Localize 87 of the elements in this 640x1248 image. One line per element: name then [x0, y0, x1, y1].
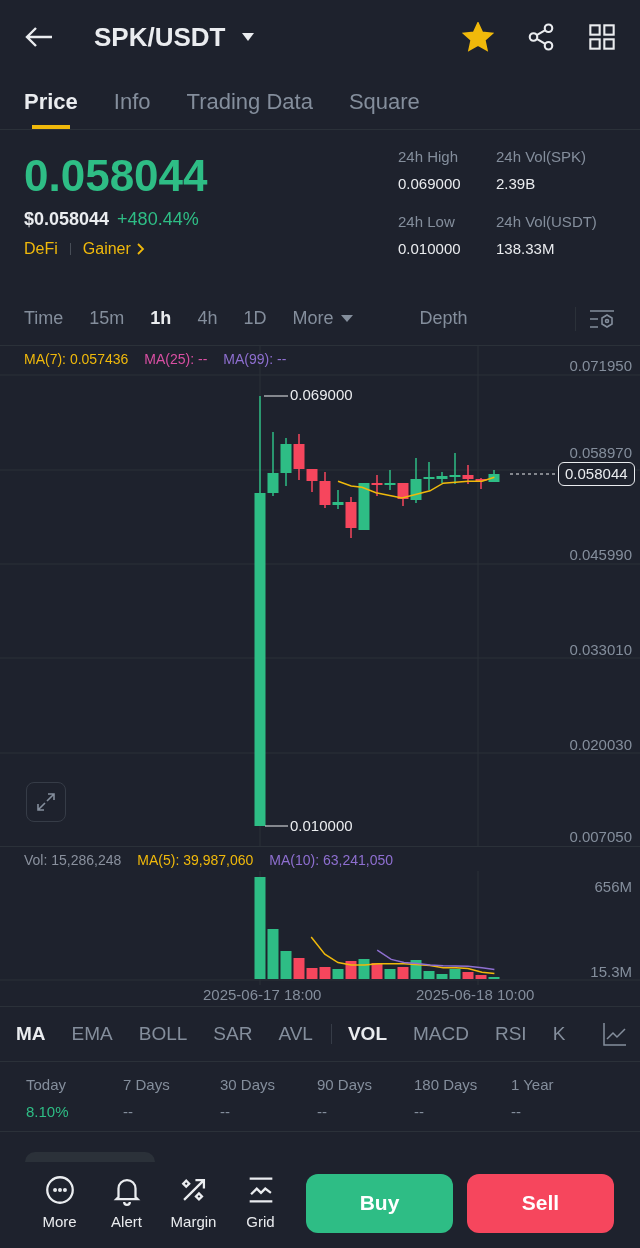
last-price: 0.058044 [24, 150, 209, 202]
current-price-label: 0.058044 [558, 462, 635, 486]
dropdown-caret-icon[interactable] [241, 32, 256, 42]
period-label: 1 Year [511, 1075, 555, 1095]
volume-legend: MA(10): 63,241,050 [269, 850, 394, 871]
volume-axis-label: 15.3M [590, 964, 632, 979]
date-axis-label: 2025-06-18 10:00 [416, 987, 535, 1002]
expand-icon [35, 791, 57, 813]
interval-tab[interactable]: 1h [150, 305, 172, 332]
period-label: 30 Days [220, 1075, 277, 1095]
period-return: -- [414, 1101, 425, 1122]
volume-bar [319, 967, 331, 979]
depth-tab[interactable]: Depth [419, 305, 468, 332]
interval-tab[interactable]: Time [24, 305, 64, 332]
interval-tab[interactable]: 4h [197, 305, 218, 332]
ma-legend: MA(7): 0.057436 [24, 349, 129, 370]
expand-button[interactable] [26, 782, 66, 822]
indicator-tab[interactable]: SAR [213, 1019, 253, 1049]
stat-label: 24h Vol(USDT) [496, 212, 598, 232]
ma-legend: MA(99): -- [223, 349, 287, 370]
price-axis-label: 0.058970 [569, 445, 632, 460]
price-axis-label: 0.007050 [569, 829, 632, 844]
star-icon[interactable] [462, 22, 494, 52]
toolbar-action[interactable]: Margin [160, 1172, 227, 1234]
share-icon[interactable] [526, 22, 556, 52]
price-change: +480.44% [117, 208, 199, 231]
stat-label: 24h Vol(SPK) [496, 147, 588, 167]
candle [280, 437, 292, 487]
stat-value: 0.069000 [398, 173, 462, 194]
period-return: -- [220, 1101, 231, 1122]
period-return: -- [317, 1101, 328, 1122]
stat-value: 138.33M [496, 238, 556, 259]
volume-bar [358, 959, 370, 979]
period-return: -- [511, 1101, 522, 1122]
low-price-label: 0.010000 [290, 818, 353, 833]
high-price-label: 0.069000 [290, 387, 353, 402]
price-axis-label: 0.045990 [569, 547, 632, 562]
buy-button[interactable]: Buy [306, 1173, 453, 1233]
indicator-tab[interactable]: AVL [278, 1019, 313, 1049]
grid-menu-icon[interactable] [588, 23, 616, 51]
indicator-tab[interactable]: EMA [71, 1019, 113, 1049]
sell-button[interactable]: Sell [467, 1173, 614, 1233]
back-arrow-icon[interactable] [24, 25, 54, 49]
date-axis-label: 2025-06-17 18:00 [203, 987, 322, 1002]
pair-title[interactable]: SPK/USDT [94, 17, 226, 57]
more-menu[interactable]: More [292, 305, 354, 332]
tag-link[interactable]: Gainer [82, 237, 131, 261]
toolbar-action[interactable]: Alert [93, 1172, 160, 1234]
chevron-right-icon[interactable] [134, 242, 145, 256]
indicator-tab[interactable]: MA [16, 1019, 46, 1049]
price-axis-label: 0.033010 [569, 642, 632, 657]
high-leader-line [263, 395, 289, 397]
volume-legend: Vol: 15,286,248 [24, 850, 122, 871]
volume-axis-label: 656M [594, 879, 632, 894]
tag-link[interactable]: DeFi [24, 237, 58, 261]
candle [384, 469, 396, 491]
stat-label: 24h High [398, 147, 460, 167]
indicator-tab[interactable]: K [552, 1019, 566, 1049]
tab[interactable]: Info [113, 74, 151, 129]
toolbar-action[interactable]: More [26, 1172, 93, 1234]
tab[interactable]: Trading Data [186, 74, 313, 129]
stat-value: 0.010000 [398, 238, 462, 259]
volume-legend: MA(5): 39,987,060 [137, 850, 254, 871]
indicator-tab[interactable]: MACD [413, 1019, 469, 1049]
period-label: Today [26, 1075, 68, 1095]
period-return: -- [123, 1101, 134, 1122]
usd-price: $0.058044 [24, 208, 110, 231]
tab[interactable]: Price [24, 74, 78, 129]
stat-label: 24h Low [398, 212, 456, 232]
toolbar-action[interactable]: Grid [227, 1172, 294, 1234]
period-return: 8.10% [26, 1101, 70, 1122]
tab[interactable]: Square [348, 74, 420, 129]
indicator-tab[interactable]: RSI [494, 1019, 527, 1049]
indicator-tab[interactable]: BOLL [138, 1019, 188, 1049]
interval-tab[interactable]: 1D [243, 305, 267, 332]
price-axis-label: 0.020030 [569, 737, 632, 752]
candle [488, 469, 500, 483]
period-label: 7 Days [123, 1075, 171, 1095]
period-label: 180 Days [414, 1075, 479, 1095]
period-label: 90 Days [317, 1075, 374, 1095]
interval-tab[interactable]: 15m [89, 305, 125, 332]
caret-icon [341, 314, 354, 323]
stat-value: 2.39B [496, 173, 537, 194]
price-axis-label: 0.071950 [569, 358, 632, 373]
low-leader-line [264, 825, 289, 827]
ma-legend: MA(25): -- [144, 349, 208, 370]
indicator-tab[interactable]: VOL [347, 1019, 387, 1049]
